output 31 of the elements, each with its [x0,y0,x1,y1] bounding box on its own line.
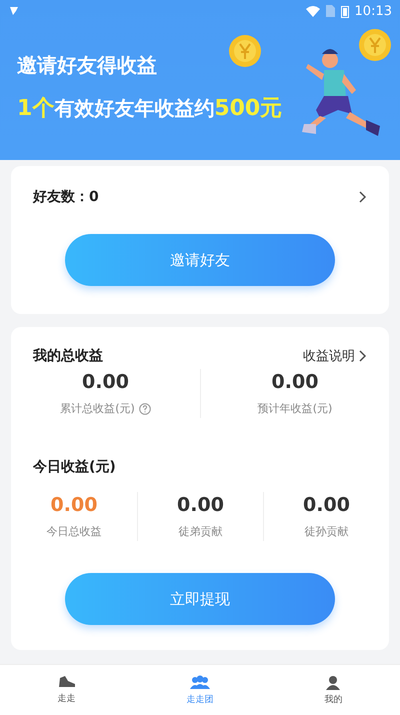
coin-icon [358,28,392,62]
person-icon [325,674,342,690]
chevron-icon [359,191,367,203]
no-sim-icon [326,5,335,17]
help-icon[interactable] [138,402,151,414]
amount-label: 预计年收益(元) [258,401,332,416]
section-title: 我的总收益 [33,347,103,365]
wifi-icon [306,6,320,16]
nav-tab[interactable]: 走走 [0,665,134,715]
shoe-icon [58,675,76,689]
amount-label: 累计总收益(元) [60,401,135,416]
nav-tab[interactable]: 我的 [266,665,400,715]
chevron-icon [359,350,367,362]
amount-label: 徒孙贡献 [304,524,348,539]
earnings-info-link[interactable]: 收益说明 [303,347,367,365]
amount-value: 0.00 [50,494,98,516]
amount-value: 0.00 [303,494,350,516]
banner-subtitle: 1个有效好友年收益约500元 [17,95,282,123]
banner-title: 邀请好友得收益 [17,52,157,79]
friend-count: 好友数：0 [33,188,99,206]
group-icon [190,674,210,690]
amount-label: 徒弟贡献 [178,524,222,539]
battery-icon [340,4,349,18]
amount-value: 0.00 [82,371,129,393]
nav-tab[interactable]: 走走团 [133,665,267,715]
section-title: 今日收益(元) [32,458,117,476]
clock-time: 10:13 [354,4,392,18]
amount-label: 今日总收益 [46,524,102,539]
coin-icon [228,34,262,68]
amount-value: 0.00 [272,371,318,393]
amount-value: 0.00 [177,494,224,516]
